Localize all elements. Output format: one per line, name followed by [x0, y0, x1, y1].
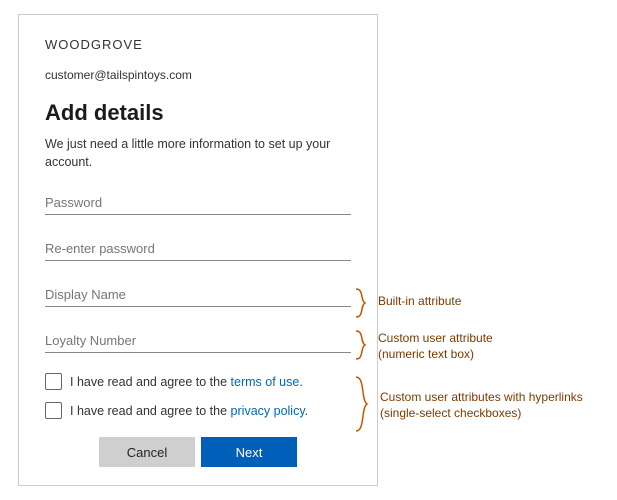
- privacy-row: I have read and agree to the privacy pol…: [45, 402, 351, 419]
- display-name-input[interactable]: [45, 281, 351, 307]
- annotation-custom-numeric: Custom user attribute (numeric text box): [378, 331, 493, 362]
- annotation-line: Custom user attribute: [378, 331, 493, 345]
- privacy-policy-link[interactable]: privacy policy: [231, 404, 305, 418]
- brand-name: WOODGROVE: [45, 37, 351, 52]
- privacy-prefix: I have read and agree to the: [70, 404, 231, 418]
- password-input[interactable]: [45, 189, 351, 215]
- loyalty-number-input[interactable]: [45, 327, 351, 353]
- terms-label: I have read and agree to the terms of us…: [70, 375, 303, 389]
- cancel-button[interactable]: Cancel: [99, 437, 195, 467]
- user-email: customer@tailspintoys.com: [45, 68, 351, 82]
- brace-icon: [355, 288, 373, 318]
- terms-checkbox[interactable]: [45, 373, 62, 390]
- annotation-line: (single-select checkboxes): [380, 406, 521, 420]
- terms-of-use-link[interactable]: terms of use: [231, 375, 300, 389]
- signup-card: WOODGROVE customer@tailspintoys.com Add …: [18, 14, 378, 486]
- privacy-suffix: .: [305, 404, 308, 418]
- privacy-label: I have read and agree to the privacy pol…: [70, 404, 308, 418]
- terms-suffix: .: [299, 375, 302, 389]
- annotation-builtin: Built-in attribute: [378, 294, 461, 310]
- privacy-checkbox[interactable]: [45, 402, 62, 419]
- reenter-password-input[interactable]: [45, 235, 351, 261]
- page-title: Add details: [45, 100, 351, 126]
- terms-prefix: I have read and agree to the: [70, 375, 231, 389]
- button-row: Cancel Next: [45, 437, 351, 467]
- annotation-line: Custom user attributes with hyperlinks: [380, 390, 583, 404]
- next-button[interactable]: Next: [201, 437, 297, 467]
- brace-icon: [355, 376, 375, 432]
- annotation-custom-checks: Custom user attributes with hyperlinks (…: [380, 390, 583, 421]
- brace-icon: [355, 330, 373, 360]
- terms-row: I have read and agree to the terms of us…: [45, 373, 351, 390]
- annotation-line: (numeric text box): [378, 347, 474, 361]
- page-subtitle: We just need a little more information t…: [45, 136, 345, 171]
